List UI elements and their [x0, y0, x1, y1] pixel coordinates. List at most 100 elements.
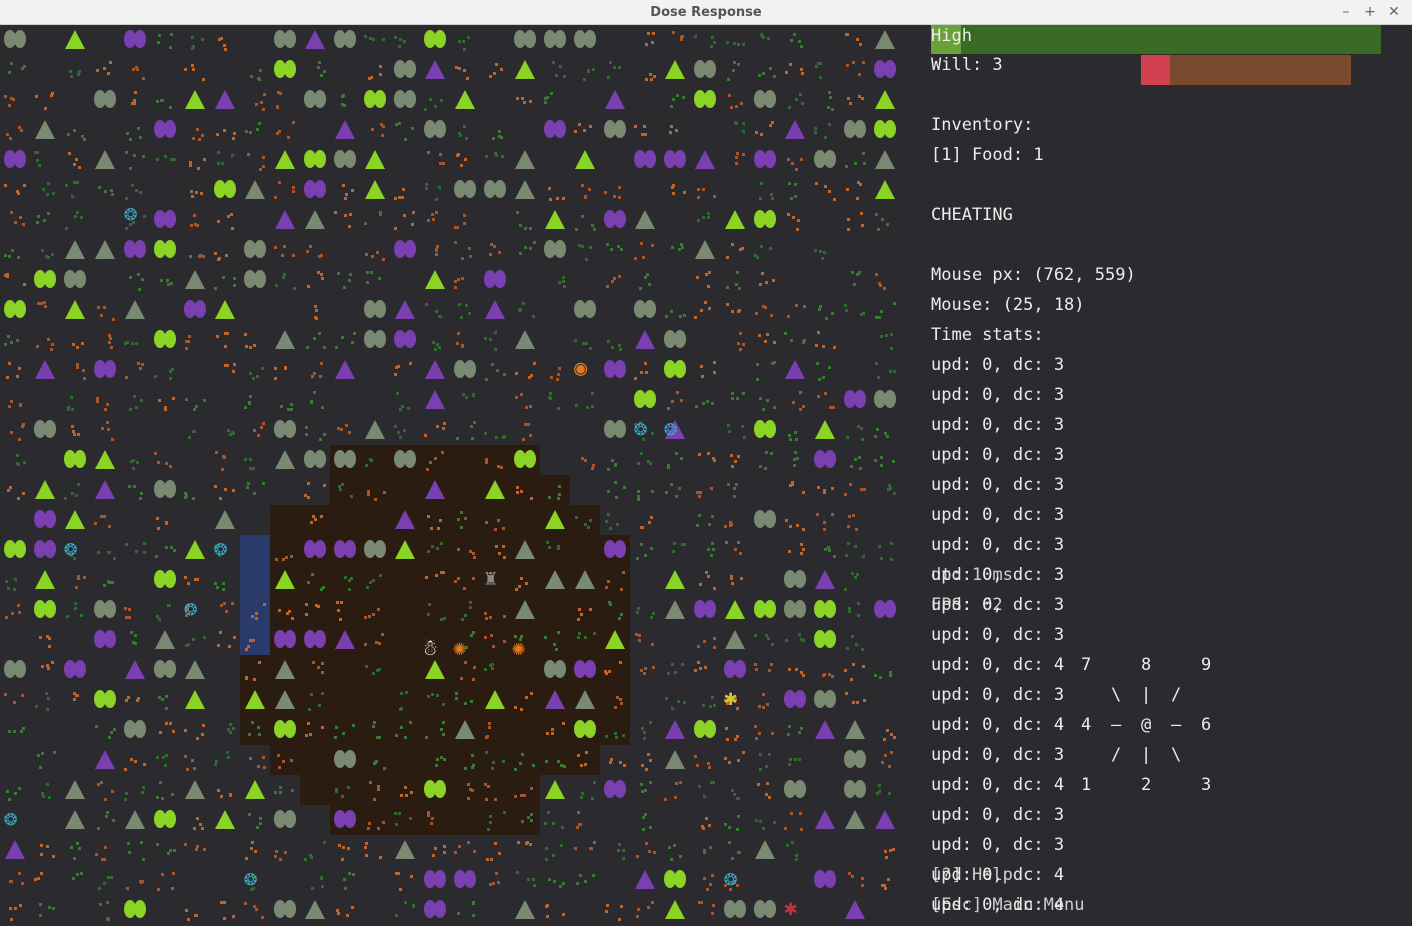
- deciduous-tree: [344, 540, 356, 558]
- ground-speck: [71, 425, 74, 428]
- ground-speck: [131, 184, 134, 187]
- ground-speck: [443, 845, 446, 848]
- close-button[interactable]: ✕: [1385, 3, 1403, 21]
- game-map[interactable]: ☃ ✺ ✺ ♜ ◉ ✱ ✱ ❂ ❂ ❂ ❂ ❂ ❂ ❂ ❂ ❂: [0, 25, 903, 926]
- ground-speck: [10, 62, 13, 65]
- ground-speck: [651, 490, 654, 493]
- ground-speck: [108, 581, 111, 584]
- ground-speck: [262, 756, 265, 759]
- ground-speck: [97, 551, 100, 554]
- ground-speck: [605, 520, 608, 523]
- ground-speck: [519, 762, 522, 765]
- ground-speck: [503, 373, 506, 376]
- ground-speck: [379, 65, 382, 68]
- ground-speck: [457, 912, 460, 915]
- ground-speck: [667, 672, 670, 675]
- ground-speck: [161, 797, 164, 800]
- ground-speck: [848, 607, 851, 610]
- conifer-tree: [545, 780, 565, 799]
- ground-speck: [365, 665, 368, 668]
- help-button[interactable]: [?] Help: [931, 860, 1013, 890]
- ground-speck: [785, 519, 788, 522]
- ground-speck: [665, 315, 668, 318]
- ground-speck: [533, 884, 536, 887]
- ground-speck: [856, 701, 859, 704]
- ground-speck: [76, 346, 79, 349]
- ground-speck: [773, 75, 776, 78]
- ground-speck: [36, 159, 39, 162]
- ground-speck: [558, 485, 561, 488]
- ground-speck: [737, 43, 740, 46]
- ground-speck: [165, 522, 168, 525]
- ground-speck: [710, 487, 713, 490]
- ground-speck: [440, 99, 443, 102]
- ground-speck: [670, 105, 673, 108]
- ground-speck: [770, 314, 773, 317]
- ground-speck: [347, 847, 350, 850]
- ground-speck: [103, 858, 106, 861]
- ground-speck: [547, 811, 550, 814]
- ground-speck: [615, 736, 618, 739]
- ground-speck: [344, 576, 347, 579]
- minimize-button[interactable]: –: [1337, 3, 1355, 21]
- ground-speck: [173, 849, 176, 852]
- ground-speck: [132, 459, 135, 462]
- conifer-tree: [65, 780, 85, 799]
- ground-speck: [832, 406, 835, 409]
- ground-speck: [253, 905, 256, 908]
- ground-speck: [817, 486, 820, 489]
- ground-speck: [77, 483, 80, 486]
- deciduous-tree: [584, 30, 596, 48]
- ground-speck: [458, 67, 461, 70]
- ground-speck: [311, 573, 314, 576]
- ground-speck: [561, 826, 564, 829]
- ground-speck: [378, 642, 381, 645]
- ground-speck: [229, 731, 232, 734]
- ground-speck: [620, 905, 623, 908]
- ground-speck: [889, 370, 892, 373]
- conifer-tree: [65, 240, 85, 259]
- deciduous-tree: [224, 180, 236, 198]
- ground-speck: [859, 43, 862, 46]
- ground-speck: [607, 468, 610, 471]
- deciduous-tree: [404, 330, 416, 348]
- ground-speck: [435, 574, 438, 577]
- inventory-item-food[interactable]: [1] Food: 1: [931, 140, 1044, 170]
- ground-speck: [675, 782, 678, 785]
- clearing-tile: [240, 685, 630, 715]
- ground-speck: [172, 397, 175, 400]
- time-stat-row: upd: 0, dc: 3: [931, 355, 1065, 375]
- ground-speck: [351, 341, 354, 344]
- ground-speck: [796, 524, 799, 527]
- map-canvas[interactable]: ☃ ✺ ✺♜◉✱✱❂❂❂ ❂❂❂❂❂❂: [0, 25, 903, 926]
- ground-speck: [576, 826, 579, 829]
- ground-speck: [320, 254, 323, 257]
- ground-speck: [700, 901, 703, 904]
- ground-speck: [45, 692, 48, 695]
- ground-speck: [129, 276, 132, 279]
- ground-speck: [731, 310, 734, 313]
- ground-speck: [307, 285, 310, 288]
- ground-speck: [132, 467, 135, 470]
- ground-speck: [671, 186, 674, 189]
- ground-speck: [343, 286, 346, 289]
- ground-speck: [308, 708, 311, 711]
- ground-speck: [741, 247, 744, 250]
- ground-speck: [8, 362, 11, 365]
- ground-speck: [471, 437, 474, 440]
- ground-speck: [129, 138, 132, 141]
- ground-speck: [320, 876, 323, 879]
- ground-speck: [364, 222, 367, 225]
- ground-speck: [309, 733, 312, 736]
- maximize-button[interactable]: +: [1361, 3, 1379, 21]
- ground-speck: [193, 827, 196, 830]
- ground-speck: [556, 197, 559, 200]
- main-menu-button[interactable]: [Esc] Main Menu: [931, 890, 1085, 920]
- ground-speck: [680, 243, 683, 246]
- ground-speck: [69, 70, 72, 73]
- ground-speck: [313, 391, 316, 394]
- ground-speck: [650, 547, 653, 550]
- ground-speck: [823, 528, 826, 531]
- ground-speck: [709, 883, 712, 886]
- ground-speck: [141, 278, 144, 281]
